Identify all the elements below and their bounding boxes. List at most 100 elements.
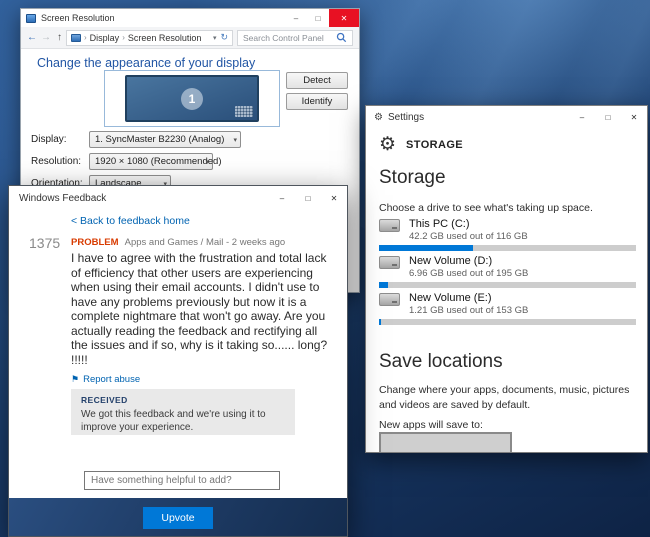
drive-usage-fill (379, 319, 382, 325)
drive-usage-bar (379, 245, 636, 251)
feedback-window-title: Windows Feedback (19, 192, 107, 204)
close-button[interactable]: ✕ (621, 106, 647, 128)
caption-buttons: – □ ✕ (269, 186, 347, 210)
maximize-button[interactable]: □ (307, 9, 329, 27)
chevron-down-icon: ▾ (205, 158, 209, 166)
caption-buttons: – □ ✕ (569, 106, 647, 128)
screen-resolution-window-title: Screen Resolution (41, 13, 115, 23)
drive-name: This PC (C:) (409, 218, 470, 230)
resolution-select[interactable]: 1920 × 1080 (Recommended) ▾ (89, 153, 221, 170)
address-bar[interactable]: › Display › Screen Resolution ▾ ↻ (66, 29, 233, 46)
report-abuse-label: Report abuse (83, 374, 141, 385)
windows-feedback-window: Windows Feedback – □ ✕ < Back to feedbac… (8, 185, 348, 537)
up-icon[interactable]: ↑ (57, 32, 62, 43)
display-field-row: Display: 1. SyncMaster B2230 (Analog) ▾ (31, 131, 241, 148)
caption-buttons: – □ ✕ (285, 9, 359, 27)
drive-name: New Volume (E:) (409, 292, 492, 304)
comment-input[interactable] (84, 471, 280, 490)
feedback-category-meta: Apps and Games / Mail - 2 weeks ago (124, 237, 286, 248)
monitor-grille-icon (235, 106, 253, 117)
address-dropdown-icon[interactable]: ▾ (213, 34, 217, 42)
screen-resolution-titlebar[interactable]: Screen Resolution – □ ✕ (21, 9, 359, 27)
address-bar-controls: ▾ ↻ (213, 32, 228, 43)
maximize-button[interactable]: □ (295, 186, 321, 210)
close-button[interactable]: ✕ (321, 186, 347, 210)
drive-item-c[interactable]: This PC (C:) 42.2 GB used out of 116 GB (379, 218, 636, 252)
vote-count: 1375 (29, 235, 61, 251)
settings-window: ⚙ Settings – □ ✕ ⚙ STORAGE Storage Choos… (365, 105, 648, 453)
control-panel-search[interactable] (237, 29, 353, 46)
display-app-icon (26, 13, 36, 23)
monitor-1-preview[interactable]: 1 (125, 75, 259, 122)
drive-icon (379, 256, 400, 269)
received-status-box: RECEIVED We got this feedback and we're … (71, 389, 295, 435)
feedback-footer: Upvote (9, 498, 347, 536)
page-heading: Change the appearance of your display (37, 56, 256, 70)
resolution-select-value: 1920 × 1080 (Recommended) (95, 156, 222, 167)
drive-usage-fill (379, 245, 473, 251)
problem-tag: PROBLEM (71, 237, 119, 248)
feedback-meta-row: PROBLEM Apps and Games / Mail - 2 weeks … (71, 237, 285, 248)
desktop: Screen Resolution – □ ✕ ← → ↑ › Display … (0, 0, 650, 537)
breadcrumb-separator-icon: › (84, 33, 87, 42)
refresh-icon[interactable]: ↻ (220, 32, 228, 43)
storage-heading: Storage (379, 167, 446, 188)
storage-page-header: STORAGE (406, 138, 464, 151)
drive-icon (379, 293, 400, 306)
chevron-down-icon: ▾ (233, 136, 237, 144)
received-label: RECEIVED (81, 395, 128, 405)
storage-caption: Choose a drive to see what's taking up s… (379, 202, 593, 214)
received-text: We got this feedback and we're using it … (81, 409, 266, 433)
drive-name: New Volume (D:) (409, 255, 493, 267)
settings-page-header-row: ⚙ STORAGE (379, 135, 463, 154)
settings-app-icon: ⚙ (374, 111, 383, 123)
monitor-number: 1 (181, 87, 203, 110)
save-locations-caption: Change where your apps, documents, music… (379, 384, 630, 412)
minimize-button[interactable]: – (285, 9, 307, 27)
drive-usage: 42.2 GB used out of 116 GB (409, 231, 528, 242)
identify-button[interactable]: Identify (286, 93, 348, 110)
feedback-content: < Back to feedback home 1375 PROBLEM App… (9, 210, 347, 536)
minimize-button[interactable]: – (569, 106, 595, 128)
back-icon[interactable]: ← (27, 32, 37, 43)
minimize-button[interactable]: – (269, 186, 295, 210)
drive-item-d[interactable]: New Volume (D:) 6.96 GB used out of 195 … (379, 255, 636, 289)
search-input[interactable] (243, 32, 336, 43)
detect-button[interactable]: Detect (286, 72, 348, 89)
drive-icon (379, 219, 400, 232)
resolution-field-row: Resolution: 1920 × 1080 (Recommended) ▾ (31, 153, 221, 170)
forward-icon[interactable]: → (41, 32, 51, 43)
drive-usage: 1.21 GB used out of 153 GB (409, 305, 529, 316)
display-select-value: 1. SyncMaster B2230 (Analog) (95, 134, 225, 145)
display-select[interactable]: 1. SyncMaster B2230 (Analog) ▾ (89, 131, 241, 148)
breadcrumb-screen-resolution[interactable]: Screen Resolution (128, 33, 202, 43)
breadcrumb-separator-icon: › (122, 33, 125, 42)
navigation-bar: ← → ↑ › Display › Screen Resolution ▾ ↻ (21, 27, 359, 49)
drive-usage-bar (379, 319, 636, 325)
search-icon (336, 32, 347, 43)
new-apps-select[interactable] (379, 432, 512, 452)
drive-item-e[interactable]: New Volume (E:) 1.21 GB used out of 153 … (379, 292, 636, 326)
back-to-feedback-home-link[interactable]: < Back to feedback home (71, 215, 190, 227)
flag-icon: ⚑ (71, 374, 80, 384)
settings-content: ⚙ STORAGE Storage Choose a drive to see … (366, 128, 647, 452)
report-abuse-link[interactable]: ⚑ Report abuse (71, 374, 140, 385)
save-locations-heading: Save locations (379, 351, 503, 372)
resolution-label: Resolution: (31, 156, 82, 167)
maximize-button[interactable]: □ (595, 106, 621, 128)
feedback-titlebar[interactable]: Windows Feedback – □ ✕ (9, 186, 347, 210)
display-label: Display: (31, 134, 67, 145)
breadcrumb-display[interactable]: Display (90, 33, 120, 43)
display-preview: 1 (104, 70, 280, 127)
close-button[interactable]: ✕ (329, 9, 359, 27)
gear-icon: ⚙ (379, 134, 397, 155)
drive-usage-fill (379, 282, 389, 288)
feedback-body-text: I have to agree with the frustration and… (71, 251, 328, 367)
settings-titlebar[interactable]: ⚙ Settings – □ ✕ (366, 106, 647, 128)
drive-usage: 6.96 GB used out of 195 GB (409, 268, 529, 279)
drive-usage-bar (379, 282, 636, 288)
display-breadcrumb-icon (71, 33, 81, 42)
upvote-button[interactable]: Upvote (143, 507, 213, 529)
new-apps-label: New apps will save to: (379, 419, 483, 431)
settings-window-title: Settings (387, 111, 425, 123)
